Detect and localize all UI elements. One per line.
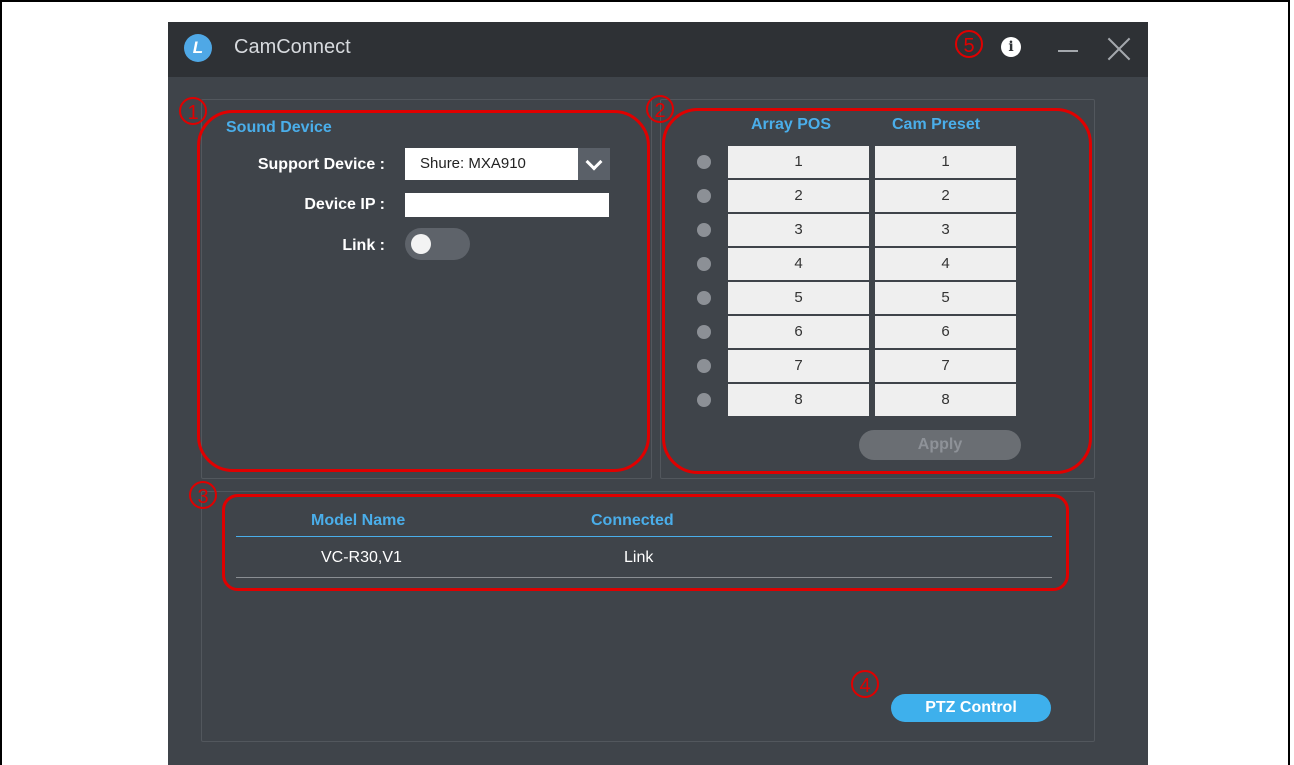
cam-preset-cell[interactable]: 5 [875,282,1016,314]
array-pos-cell[interactable]: 2 [728,180,869,212]
link-toggle[interactable] [405,228,470,260]
table-cell-model: VC-R30,V1 [321,549,402,566]
callout-number-5: 5 [955,30,983,58]
callout-number-4: 4 [851,670,879,698]
array-pos-header: Array POS [751,116,832,133]
apply-button[interactable]: Apply [859,430,1021,460]
preset-row-indicator [697,155,711,169]
array-pos-cell[interactable]: 4 [728,248,869,280]
array-pos-cell[interactable]: 8 [728,384,869,416]
callout-number-3: 3 [189,481,217,509]
preset-row-indicator [697,291,711,305]
cam-preset-cell[interactable]: 1 [875,146,1016,178]
table-header-divider [236,536,1052,537]
callout-number-2: 2 [646,95,674,123]
cam-preset-cell[interactable]: 3 [875,214,1016,246]
support-device-label: Support Device : [257,156,385,173]
support-device-value: Shure: MXA910 [420,155,526,172]
cam-preset-cell[interactable]: 6 [875,316,1016,348]
array-pos-cell[interactable]: 5 [728,282,869,314]
sound-device-heading: Sound Device [226,119,332,136]
callout-number-1: 1 [179,97,207,125]
cam-preset-cell[interactable]: 2 [875,180,1016,212]
chevron-down-icon[interactable] [578,148,610,180]
model-name-header: Model Name [311,512,406,529]
device-ip-label: Device IP : [304,196,385,213]
preset-row-indicator [697,223,711,237]
link-label: Link : [342,237,385,254]
cam-preset-header: Cam Preset [892,116,981,133]
toggle-knob [411,234,431,254]
preset-row-indicator [697,325,711,339]
title-bar: L CamConnect i [168,22,1148,77]
preset-row-indicator [697,257,711,271]
window-title: CamConnect [234,36,351,58]
array-pos-cell[interactable]: 6 [728,316,869,348]
info-icon[interactable]: i [1001,37,1021,57]
cam-preset-cell[interactable]: 8 [875,384,1016,416]
table-row-divider [236,577,1052,578]
table-cell-connected[interactable]: Link [624,549,653,567]
connected-header: Connected [591,512,674,529]
app-logo-icon: L [184,34,212,62]
array-pos-cell[interactable]: 3 [728,214,869,246]
support-device-select[interactable]: Shure: MXA910 [405,148,610,180]
minimize-icon[interactable] [1058,50,1078,52]
close-icon[interactable] [1106,36,1132,62]
array-pos-cell[interactable]: 7 [728,350,869,382]
preset-row-indicator [697,393,711,407]
array-pos-cell[interactable]: 1 [728,146,869,178]
cam-preset-cell[interactable]: 4 [875,248,1016,280]
preset-row-indicator [697,359,711,373]
preset-row-indicator [697,189,711,203]
device-ip-input[interactable] [405,193,609,217]
cam-preset-cell[interactable]: 7 [875,350,1016,382]
ptz-control-button[interactable]: PTZ Control [891,694,1051,722]
